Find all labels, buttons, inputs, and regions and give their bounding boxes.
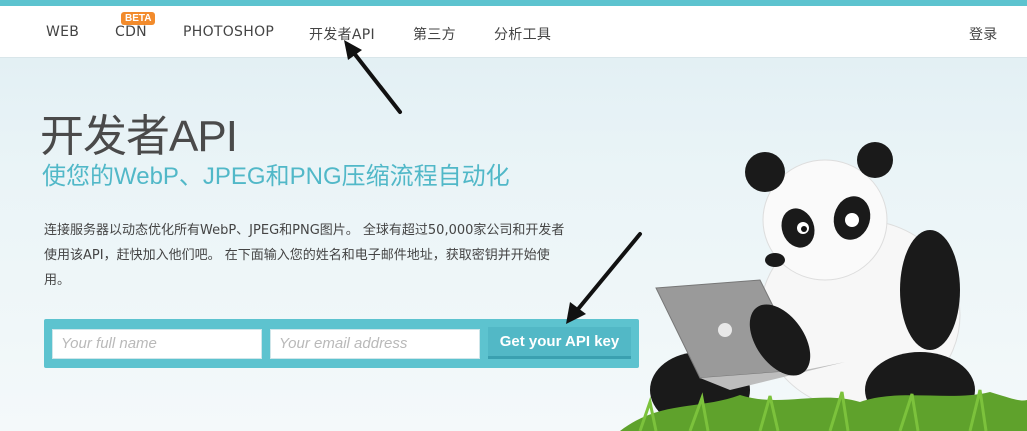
intro-description: 连接服务器以动态优化所有WebP、JPEG和PNG图片。 全球有超过50,000… — [44, 223, 565, 288]
panda-with-laptop-icon — [620, 142, 1027, 431]
page-title: 开发者API — [40, 112, 238, 161]
nav-item-third-party[interactable]: 第三方 — [413, 24, 456, 44]
email-input[interactable] — [270, 329, 480, 359]
nav-item-photoshop[interactable]: PHOTOSHOP — [183, 24, 274, 40]
nav-item-analytics[interactable]: 分析工具 — [494, 24, 551, 44]
nav-item-cdn[interactable]: CDN — [115, 24, 147, 40]
nav-item-web[interactable]: WEB — [46, 24, 79, 40]
get-api-key-button[interactable]: Get your API key — [488, 327, 631, 359]
api-key-form: Get your API key — [44, 319, 639, 368]
page-subtitle: 使您的WebP、JPEG和PNG压缩流程自动化 — [42, 163, 510, 190]
main-nav: WEB BETA CDN PHOTOSHOP 开发者API 第三方 分析工具 登… — [0, 6, 1027, 58]
annotation-arrow-icon — [344, 40, 402, 114]
login-link[interactable]: 登录 — [969, 24, 998, 44]
full-name-input[interactable] — [52, 329, 262, 359]
